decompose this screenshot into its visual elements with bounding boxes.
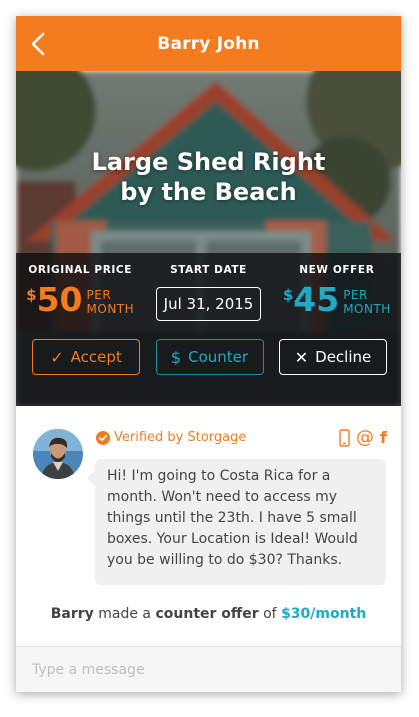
verified-text: Verified by Storgage [114,430,247,445]
counter-button-label: Counter [188,348,249,366]
facebook-icon[interactable]: f [380,428,387,447]
original-price-amount: 50 [36,280,83,319]
counter-button[interactable]: $ Counter [155,339,264,375]
new-offer-value: $ 45 PER MONTH [283,282,391,318]
offer-details: ORIGINAL PRICE $ 50 PER MONTH START DATE… [16,253,401,338]
listing-hero: Large Shed Right by the Beach ORIGINAL P… [16,71,401,406]
counter-note-text2: of [258,606,282,622]
original-price-unit-line1: PER [86,288,112,302]
check-circle-icon [96,430,110,445]
message-input[interactable] [32,661,401,678]
offer-actions: ✓ Accept $ Counter ✕ Decline [16,339,401,375]
message-bubble: Hi! I'm going to Costa Rica for a month.… [87,459,386,585]
original-price-unit-line2: MONTH [86,302,135,316]
at-icon[interactable]: @ [356,427,374,448]
start-date-label: START DATE [170,264,247,276]
listing-title: Large Shed Right by the Beach [16,147,401,207]
phone-icon[interactable] [339,428,350,447]
counter-note-name: Barry [50,606,94,622]
original-price-value: $ 50 PER MONTH [26,282,134,318]
original-price-symbol: $ [26,286,37,304]
start-date-field[interactable]: Jul 31, 2015 [155,287,262,321]
phone-screen: Barry John Large Shed Right by the Beach… [16,16,401,692]
page-title: Barry John [157,33,260,54]
counter-note-bold: counter offer [155,606,259,622]
decline-button-label: Decline [315,348,372,366]
original-price-unit: PER MONTH [87,288,135,316]
original-price: ORIGINAL PRICE $ 50 PER MONTH [16,253,144,338]
message-composer [16,646,401,692]
start-date: START DATE Jul 31, 2015 [144,253,272,338]
counter-offer-note: Barry made a counter offer of $30/month [16,606,401,622]
conversation: Verified by Storgage @ f Hi! I'm going t… [16,406,401,646]
new-offer-unit: PER MONTH [343,288,391,316]
decline-button[interactable]: ✕ Decline [279,339,387,375]
offer-panel: ORIGINAL PRICE $ 50 PER MONTH START DATE… [16,253,401,406]
new-offer-unit-line2: MONTH [343,302,391,316]
counter-note-text1: made a [93,606,156,622]
verified-badge: Verified by Storgage [96,430,246,445]
accept-button-label: Accept [70,348,122,366]
top-bar: Barry John [16,16,401,71]
avatar[interactable] [33,429,83,479]
avatar-image [33,429,83,479]
contact-icons: @ f [339,427,387,448]
new-offer: NEW OFFER $ 45 PER MONTH [273,253,401,338]
dollar-icon: $ [170,347,182,367]
new-offer-amount: 45 [293,280,340,319]
original-price-label: ORIGINAL PRICE [28,264,132,276]
new-offer-symbol: $ [282,286,294,304]
chevron-left-icon[interactable] [28,31,50,57]
listing-title-line1: Large Shed Right [91,148,326,176]
close-icon: ✕ [294,347,309,367]
accept-button[interactable]: ✓ Accept [32,339,140,375]
new-offer-unit-line1: PER [343,288,368,302]
listing-title-line2: by the Beach [120,178,297,206]
counter-note-amount: $30/month [281,606,367,622]
new-offer-label: NEW OFFER [299,264,375,276]
check-icon: ✓ [50,347,64,367]
